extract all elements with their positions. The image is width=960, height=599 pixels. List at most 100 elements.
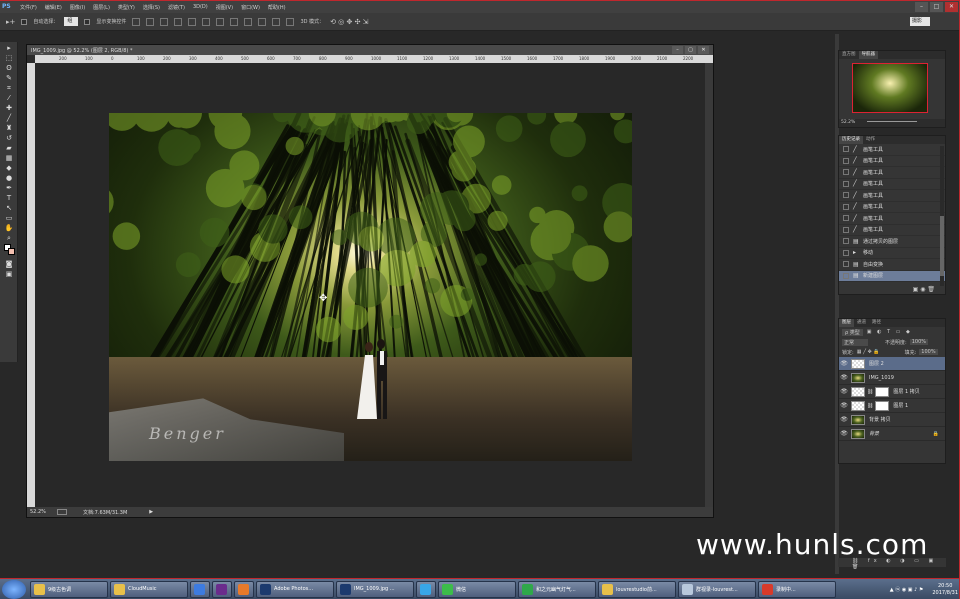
gradient-icon[interactable]: ▦ (4, 154, 14, 162)
workspace-dropdown[interactable]: 摄影 (910, 17, 930, 26)
visibility-eye-icon[interactable]: 👁 (839, 360, 849, 367)
history-snapshot-box[interactable] (843, 203, 849, 210)
taskbar-item[interactable] (190, 580, 210, 598)
doc-close-button[interactable]: ✕ (698, 46, 709, 54)
panel-tab[interactable]: 路径 (869, 319, 884, 327)
history-item[interactable]: ╱ 画笔工具 (839, 156, 945, 167)
shape-icon[interactable]: ▭ (4, 214, 14, 222)
history-item[interactable]: ▤ 新建图层 (839, 270, 945, 282)
history-item[interactable]: ╱ 画笔工具 (839, 144, 945, 156)
pen-icon[interactable]: ✒ (4, 184, 14, 192)
distribute-right-icon[interactable] (286, 17, 295, 26)
3d-rotate-icon[interactable]: ⟲ ◎ ✥ ✣ ⇲ (330, 18, 368, 26)
panel-tab[interactable]: 动作 (863, 136, 878, 144)
align-bottom-icon[interactable] (160, 17, 169, 26)
taskbar-item[interactable]: 9级古色调 (30, 580, 108, 598)
layer-row[interactable]: 👁 背景 拷贝 (839, 413, 945, 427)
layer-filter-icons[interactable]: ▣ ◐ T ▭ ◆ (867, 329, 912, 335)
layer-row[interactable]: 👁 IMG_1019 (839, 371, 945, 385)
layer-row[interactable]: 👁 背景 🔒 (839, 427, 945, 441)
doc-restore-button[interactable]: ▢ (685, 46, 696, 54)
auto-select-dropdown[interactable]: 组 (64, 17, 79, 26)
doc-minimize-button[interactable]: – (672, 46, 683, 54)
history-snapshot-box[interactable] (843, 215, 849, 222)
history-snapshot-box[interactable] (843, 180, 849, 187)
menu-item[interactable]: 3D(D) (189, 4, 212, 11)
menu-item[interactable]: 文件(F) (16, 4, 41, 11)
panel-tab[interactable]: 通道 (854, 319, 869, 327)
move-tool-icon[interactable]: ▸+ (6, 18, 15, 26)
tray-icons[interactable]: ▲ ⓦ ◉ ▣ ♪ ⚑ (890, 586, 924, 593)
eraser-icon[interactable]: ▰ (4, 144, 14, 152)
menu-item[interactable]: 视图(V) (212, 4, 237, 11)
maximize-button[interactable]: □ (930, 2, 943, 12)
blur-icon[interactable]: ◆ (4, 164, 14, 172)
taskbar-item[interactable]: 和之元幽气灯气... (518, 580, 596, 598)
vertical-ruler[interactable] (27, 63, 35, 509)
panel-tab[interactable]: 直方图 (839, 51, 859, 59)
path-select-icon[interactable]: ↖ (4, 204, 14, 212)
taskbar-item[interactable]: 录制中... (758, 580, 836, 598)
taskbar-item[interactable]: louvrestudio前... (598, 580, 676, 598)
history-item[interactable]: ▤ 通过拷贝的图层 (839, 236, 945, 248)
lock-icons[interactable]: ▦ ╱ ✥ 🔒 (857, 349, 880, 355)
type-icon[interactable]: T (4, 194, 14, 202)
hand-icon[interactable]: ✋ (4, 224, 14, 232)
zoom-level[interactable]: 52.2% (27, 509, 57, 515)
canvas-photo[interactable]: Benger (109, 113, 632, 461)
clock[interactable]: 20:50 2017/8/31 (932, 583, 958, 597)
history-snapshot-box[interactable] (843, 238, 849, 245)
auto-select-checkbox[interactable] (21, 18, 28, 25)
align-middle-icon[interactable] (146, 17, 155, 26)
crop-icon[interactable]: ⌗ (4, 84, 14, 92)
history-snapshot-box[interactable] (843, 157, 849, 164)
distribute-bottom-icon[interactable] (244, 17, 253, 26)
layer-mask-thumbnail[interactable] (875, 386, 890, 397)
align-left-icon[interactable] (174, 17, 183, 26)
align-top-icon[interactable] (132, 17, 141, 26)
distribute-center-icon[interactable] (272, 17, 281, 26)
screen-mode-icon[interactable]: ▣ (4, 270, 14, 278)
history-item[interactable]: ╱ 画笔工具 (839, 213, 945, 225)
layer-mask-thumbnail[interactable] (875, 400, 890, 411)
fill-field[interactable]: 100% (919, 349, 938, 355)
history-snapshot-box[interactable] (843, 169, 849, 176)
zoom-icon[interactable]: ⌕ (4, 234, 14, 242)
quick-mask-icon[interactable]: ◙ (4, 260, 14, 268)
history-item[interactable]: ╱ 画笔工具 (839, 190, 945, 202)
brush-icon[interactable]: ╱ (4, 114, 14, 122)
taskbar-item[interactable] (234, 580, 254, 598)
history-item[interactable]: ▤ 自由变换 (839, 259, 945, 271)
eyedropper-icon[interactable]: ⁄ (4, 94, 14, 102)
layer-row[interactable]: 👁 图层 2 (839, 357, 945, 371)
minimize-button[interactable]: – (915, 2, 928, 12)
lasso-icon[interactable]: ʘ (4, 64, 14, 72)
menu-item[interactable]: 编辑(E) (41, 4, 66, 11)
start-button[interactable] (2, 579, 26, 599)
history-snapshot-box[interactable] (843, 226, 849, 233)
history-snapshot-box[interactable] (843, 249, 849, 256)
close-button[interactable]: ✕ (945, 2, 958, 12)
panel-tab[interactable]: 图层 (839, 319, 854, 327)
align-center-icon[interactable] (188, 17, 197, 26)
distribute-top-icon[interactable] (216, 17, 225, 26)
status-arrow-icon[interactable]: ▶ (149, 509, 153, 515)
history-item[interactable]: ▸ 移动 (839, 248, 945, 259)
history-item[interactable]: ╱ 画笔工具 (839, 202, 945, 213)
menu-item[interactable]: 帮助(H) (264, 4, 290, 11)
vertical-scrollbar[interactable] (705, 63, 713, 509)
align-right-icon[interactable] (202, 17, 211, 26)
history-item[interactable]: ╱ 画笔工具 (839, 225, 945, 236)
color-swatch-icon[interactable] (4, 244, 15, 258)
layer-row[interactable]: 👁 ⛓ 图层 1 拷贝 (839, 385, 945, 399)
dodge-icon[interactable]: ● (4, 174, 14, 182)
distribute-middle-icon[interactable] (230, 17, 239, 26)
horizontal-ruler[interactable]: 200 100 0 100 200 300 400 500 600 700 800 900 1000 11… (35, 55, 713, 63)
menu-item[interactable]: 图像(I) (66, 4, 89, 11)
menu-item[interactable]: 图层(L) (89, 4, 114, 11)
history-snapshot-box[interactable] (843, 261, 849, 268)
visibility-eye-icon[interactable]: 👁 (839, 430, 849, 437)
taskbar-item[interactable] (416, 580, 436, 598)
history-item[interactable]: ╱ 画笔工具 (839, 179, 945, 190)
panel-tab[interactable]: 导航器 (858, 51, 878, 59)
